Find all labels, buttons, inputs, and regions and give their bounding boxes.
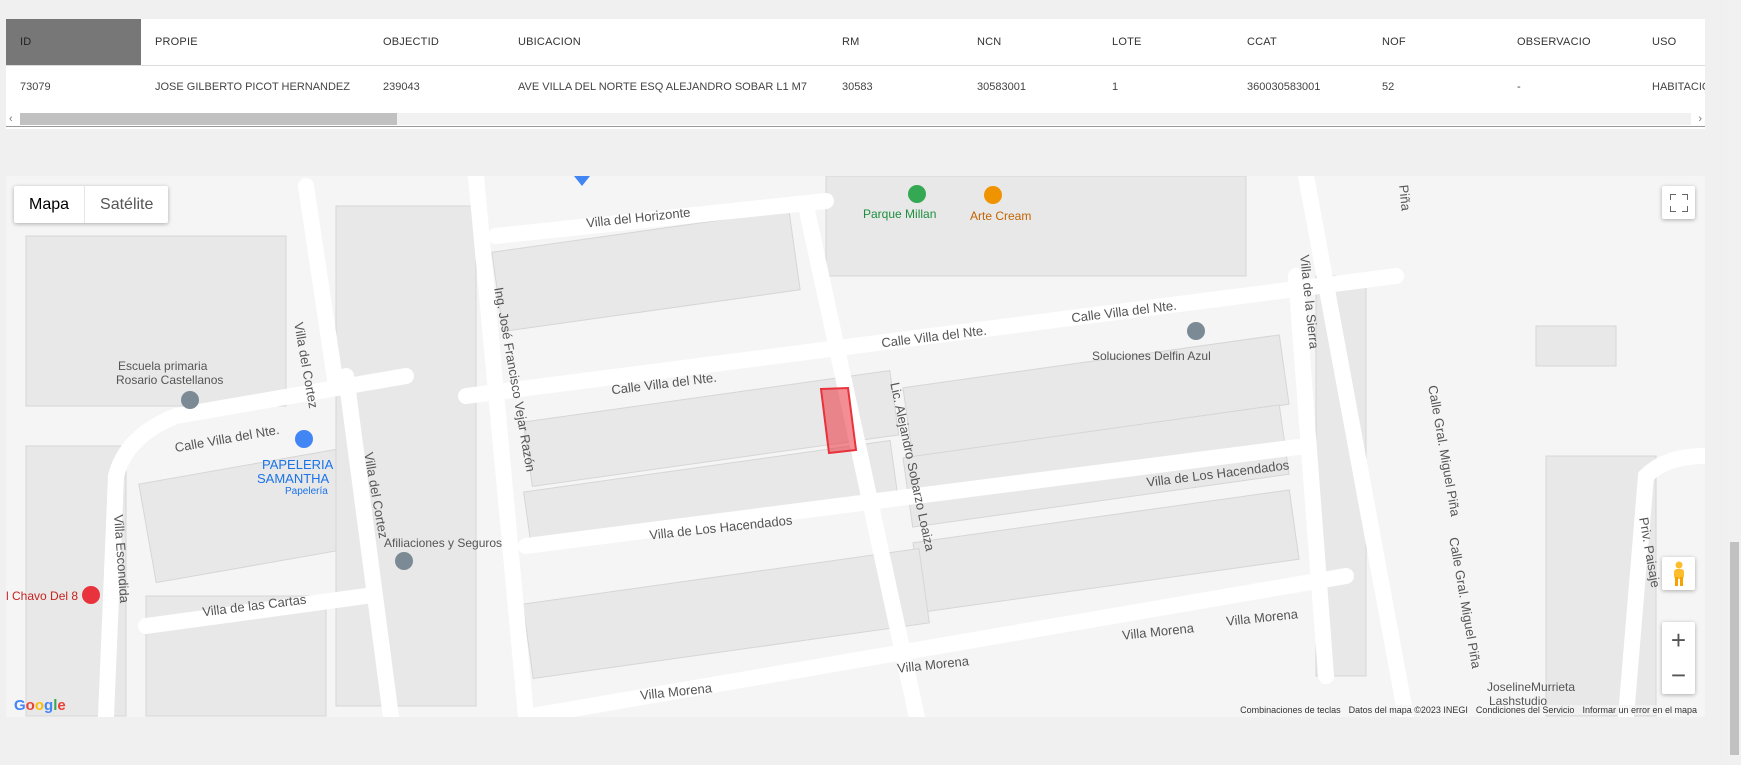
poi-label-beauty[interactable]: JoselineMurrieta bbox=[1487, 680, 1575, 694]
scroll-right-arrow-icon[interactable]: › bbox=[1698, 111, 1702, 127]
cell-nof: 52 bbox=[1382, 80, 1395, 93]
column-header-nof[interactable]: NOF bbox=[1368, 19, 1503, 65]
map-type-map-button[interactable]: Mapa bbox=[14, 186, 84, 223]
poi-label-school[interactable]: Escuela primaria bbox=[118, 359, 207, 373]
column-header-id[interactable]: ID bbox=[6, 19, 141, 65]
poi-label-park[interactable]: Parque Millan bbox=[863, 207, 936, 221]
table-horizontal-scrollbar[interactable]: ‹ › bbox=[6, 111, 1705, 127]
logo-letter: G bbox=[14, 697, 26, 714]
poi-label-restaurant[interactable]: l Chavo Del 8 bbox=[6, 589, 78, 603]
fullscreen-icon bbox=[1669, 193, 1688, 212]
poi-label-stationery[interactable]: SAMANTHA bbox=[257, 471, 329, 486]
logo-letter: e bbox=[57, 697, 66, 714]
column-header-objectid[interactable]: OBJECTID bbox=[369, 19, 504, 65]
table-header: ID PROPIE OBJECTID UBICACION RM NCN LOTE… bbox=[6, 19, 1705, 66]
map-attribution: Combinaciones de teclas Datos del mapa ©… bbox=[1238, 705, 1699, 715]
logo-letter: o bbox=[34, 697, 45, 714]
cell-observacio: - bbox=[1517, 80, 1521, 93]
cell-ccat: 360030583001 bbox=[1247, 80, 1321, 93]
column-header-ncn[interactable]: NCN bbox=[963, 19, 1098, 65]
scrollbar-thumb[interactable] bbox=[20, 113, 397, 125]
keyboard-shortcuts-link[interactable]: Combinaciones de teclas bbox=[1240, 705, 1341, 715]
poi-label-school[interactable]: Rosario Castellanos bbox=[116, 373, 223, 387]
cell-lote: 1 bbox=[1112, 80, 1119, 93]
column-header-observacio[interactable]: OBSERVACIO bbox=[1503, 19, 1638, 65]
table-row[interactable]: 73079 JOSE GILBERTO PICOT HERNANDEZ 2390… bbox=[6, 66, 1705, 107]
column-header-propie[interactable]: PROPIE bbox=[141, 19, 369, 65]
terms-link[interactable]: Condiciones del Servicio bbox=[1476, 705, 1575, 715]
logo-letter: o bbox=[25, 697, 35, 714]
column-header-ccat[interactable]: CCAT bbox=[1233, 19, 1368, 65]
cell-ncn: 30583001 bbox=[977, 80, 1026, 93]
street-label: Piña bbox=[1396, 184, 1414, 212]
column-header-uso[interactable]: USO bbox=[1638, 19, 1705, 65]
cell-uso: HABITACIO bbox=[1652, 80, 1705, 93]
map-data-text: Datos del mapa ©2023 INEGI bbox=[1348, 705, 1468, 715]
zoom-in-button[interactable]: + bbox=[1671, 624, 1686, 657]
column-header-lote[interactable]: LOTE bbox=[1098, 19, 1233, 65]
zoom-control: + − bbox=[1662, 622, 1695, 694]
fullscreen-button[interactable] bbox=[1662, 186, 1695, 219]
map-type-control: Mapa Satélite bbox=[14, 186, 169, 223]
column-header-rm[interactable]: RM bbox=[828, 19, 963, 65]
logo-letter: g bbox=[44, 697, 54, 714]
cell-rm: 30583 bbox=[842, 80, 873, 93]
scroll-left-arrow-icon[interactable]: ‹ bbox=[9, 111, 13, 127]
page-vertical-scrollbar[interactable] bbox=[1727, 0, 1741, 765]
poi-label-stationery-category: Papelería bbox=[285, 486, 328, 497]
zoom-out-button[interactable]: − bbox=[1671, 659, 1686, 692]
column-header-ubicacion[interactable]: UBICACION bbox=[504, 19, 828, 65]
street-view-pegman-button[interactable] bbox=[1662, 557, 1695, 590]
cell-propie: JOSE GILBERTO PICOT HERNANDEZ bbox=[155, 80, 350, 93]
poi-label-store[interactable]: Soluciones Delfin Azul bbox=[1092, 349, 1211, 363]
poi-label-stationery[interactable]: PAPELERIA bbox=[262, 457, 333, 472]
poi-label-food[interactable]: Arte Cream bbox=[970, 209, 1031, 223]
report-error-link[interactable]: Informar un error en el mapa bbox=[1582, 705, 1697, 715]
poi-label-insurance[interactable]: Afiliaciones y Seguros bbox=[384, 536, 502, 550]
map[interactable]: Villa del Horizonte Calle Villa del Nte.… bbox=[6, 176, 1705, 717]
attribute-table: ID PROPIE OBJECTID UBICACION RM NCN LOTE… bbox=[6, 19, 1705, 129]
cell-ubicacion: AVE VILLA DEL NORTE ESQ ALEJANDRO SOBAR … bbox=[518, 80, 807, 93]
cell-id: 73079 bbox=[20, 80, 51, 93]
map-type-satellite-button[interactable]: Satélite bbox=[85, 186, 168, 223]
scrollbar-thumb[interactable] bbox=[1730, 542, 1739, 755]
page: ID PROPIE OBJECTID UBICACION RM NCN LOTE… bbox=[0, 0, 1741, 765]
google-logo[interactable]: Google bbox=[14, 697, 66, 714]
cell-objectid: 239043 bbox=[383, 80, 420, 93]
pegman-icon bbox=[1673, 561, 1684, 586]
